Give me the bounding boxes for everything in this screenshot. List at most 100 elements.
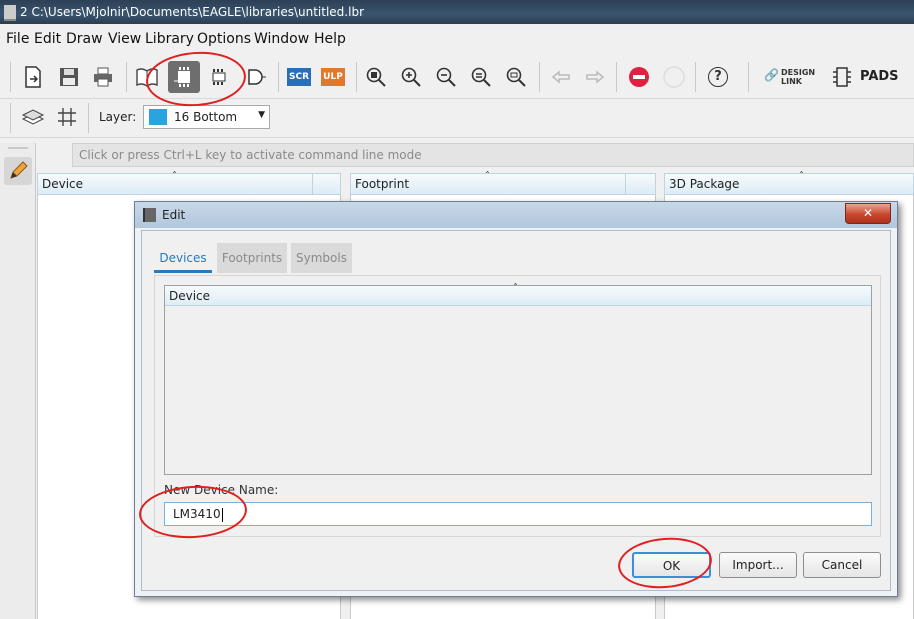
print-button[interactable] [88,62,118,92]
grid-button[interactable] [52,102,82,132]
toolbar-separator [10,62,11,92]
menu-edit[interactable]: Edit [34,31,61,47]
stop-button[interactable] [624,62,654,92]
window-title: 2 C:\Users\Mjolnir\Documents\EAGLE\libra… [20,5,364,19]
pads-button[interactable]: PADS [832,66,902,90]
dialog-title: Edit [162,208,186,222]
toolbar-separator [539,62,540,92]
ulp-badge: ULP [321,68,345,86]
toolbar-separator [356,62,357,92]
column-header-footprint[interactable]: Footprint ˆ [350,171,656,195]
toolbar-separator [88,103,89,133]
tab-footprints[interactable]: Footprints [217,243,287,273]
scr-badge: SCR [286,68,312,86]
zoom-out-button[interactable] [431,62,461,92]
column-divider [312,174,313,194]
column-header-label: Footprint [355,177,410,191]
zoom-in-icon [401,67,421,87]
design-link-label: DESIGN LINK [781,68,816,86]
toolbar-separator [748,62,749,92]
book-icon [143,208,156,222]
toolbar-separator [10,103,11,133]
zoom-select-icon [506,67,526,87]
help-button[interactable]: ? [703,62,733,92]
zoom-redraw-button[interactable] [466,62,496,92]
save-icon [60,68,78,86]
dialog-client: Devices Footprints Symbols Device ˆ New … [141,230,891,591]
edit-pencil-button[interactable] [4,157,32,185]
chevron-down-icon: ▼ [258,110,265,120]
layer-label: Layer: [99,110,137,124]
zoom-fit-button[interactable] [361,62,391,92]
menu-help[interactable]: Help [314,31,346,47]
tab-devices[interactable]: Devices [154,243,212,273]
edit-dialog: Edit ✕ Devices Footprints Symbols Device… [134,201,898,597]
script-button[interactable]: SCR [284,62,314,92]
print-icon [94,67,112,87]
devices-tab-pane: Device ˆ New Device Name: LM3410 [154,275,881,537]
sort-caret-icon: ˆ [513,283,518,294]
menu-options[interactable]: Options [197,31,251,47]
layer-color-swatch [149,109,167,125]
pencil-icon [10,161,28,179]
toolbar-separator [278,62,279,92]
go-button[interactable] [659,62,689,92]
menu-file[interactable]: File [6,31,29,47]
dialog-titlebar[interactable]: Edit ✕ [135,202,897,228]
save-button[interactable] [54,62,84,92]
toolbar-separator [695,62,696,92]
layer-select[interactable]: 16 Bottom ▼ [143,105,270,129]
undo-button[interactable] [546,62,576,92]
column-header-3d-package[interactable]: 3D Package ˆ [664,171,914,195]
layers-icon [21,109,45,125]
menu-draw[interactable]: Draw [66,31,103,47]
help-icon: ? [708,67,728,87]
sort-caret-icon: ˆ [799,171,804,182]
pads-chip-icon [833,67,851,87]
layer-select-value: 16 Bottom [174,110,238,124]
column-header-label: Device [42,177,84,191]
device-list[interactable]: Device ˆ [164,283,872,475]
redo-button[interactable] [580,62,610,92]
redo-icon [586,70,605,84]
layer-settings-button[interactable] [18,102,48,132]
zoom-in-button[interactable] [396,62,426,92]
cancel-button[interactable]: Cancel [803,552,881,578]
menu-view[interactable]: View [108,31,141,47]
undo-icon [551,70,570,84]
new-file-icon [25,66,41,88]
import-button[interactable]: Import... [719,552,797,578]
grid-icon [58,108,76,126]
main-toolbar: SCR ULP ? 🔗 DESIGN LINK PADS [0,56,914,99]
new-device-name-input[interactable]: LM3410 [164,502,872,526]
symbol-icon [248,69,266,85]
sort-caret-icon: ˆ [172,171,177,182]
ulp-button[interactable]: ULP [318,62,348,92]
column-divider [625,174,626,194]
device-list-header-label: Device [169,289,211,303]
command-line-input[interactable]: Click or press Ctrl+L key to activate co… [72,143,914,167]
stop-icon [629,67,649,87]
tab-symbols[interactable]: Symbols [291,243,352,273]
sort-caret-icon: ˆ [485,171,490,182]
device-list-header[interactable]: Device ˆ [165,283,871,306]
close-icon: ✕ [862,206,874,220]
column-header-device[interactable]: Device ˆ [37,171,341,195]
menu-library[interactable]: Library [145,31,194,47]
menu-bar: File Edit Draw View Library Options Wind… [0,26,914,54]
layer-toolbar: Layer: 16 Bottom ▼ [0,99,914,138]
new-file-button[interactable] [18,62,48,92]
app-icon [4,5,16,21]
link-icon: 🔗 [764,68,779,82]
pads-label: PADS [860,69,899,84]
zoom-fit-icon [366,67,386,87]
zoom-select-button[interactable] [501,62,531,92]
dialog-close-button[interactable]: ✕ [845,203,891,224]
menu-window[interactable]: Window [254,31,309,47]
zoom-redraw-icon [471,67,491,87]
left-tool-panel [0,143,36,619]
design-link-button[interactable]: 🔗 DESIGN LINK [764,67,824,89]
panel-grip [8,147,28,149]
toolbar-separator [126,62,127,92]
zoom-out-icon [436,67,456,87]
